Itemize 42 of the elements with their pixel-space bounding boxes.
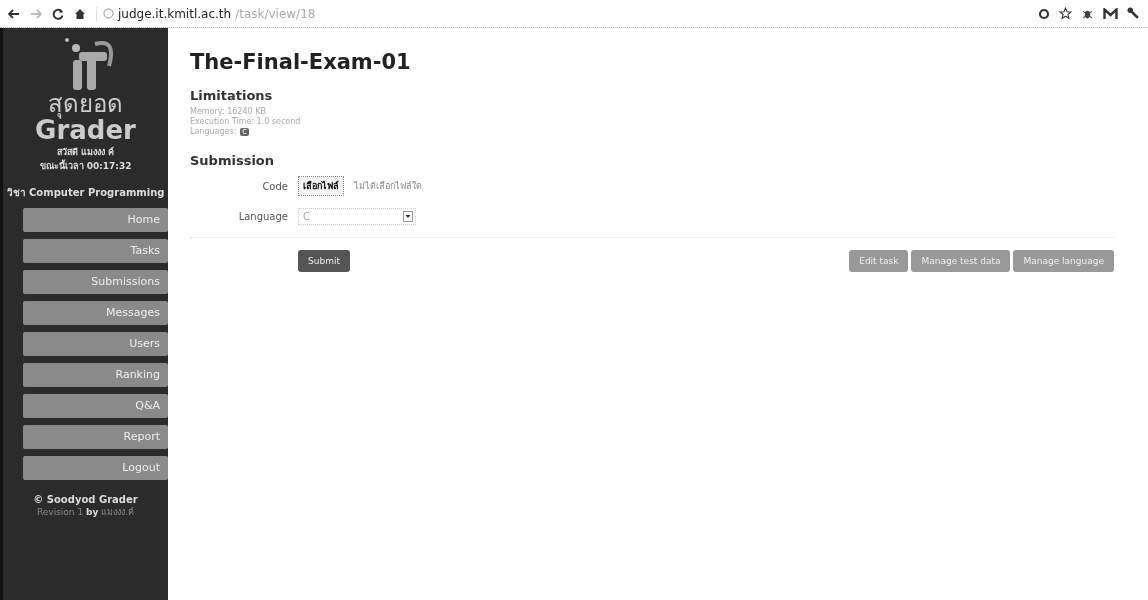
time-text: Execution Time: 1.0 second xyxy=(190,117,302,127)
dropdown-caret-icon xyxy=(403,211,413,222)
file-status-text: ไม่ได้เลือกไฟล์ใด xyxy=(354,180,422,193)
home-icon[interactable] xyxy=(74,7,86,20)
url-path: /task/view/18 xyxy=(235,6,316,21)
wrench-icon[interactable] xyxy=(1127,7,1140,20)
sidebar-item[interactable]: Users xyxy=(23,331,168,356)
sidebar-item[interactable]: Report xyxy=(23,424,168,449)
revision-text: Revision 1 xyxy=(36,506,84,517)
limitations-heading: Limitations xyxy=(190,88,274,103)
sidebar-item[interactable]: Ranking xyxy=(23,362,168,387)
action-button[interactable]: Manage language xyxy=(1013,250,1114,272)
course-name: วิชา Computer Programming xyxy=(6,185,165,200)
submission-heading: Submission xyxy=(190,153,276,168)
greeting-text: สวัสดี แมงงง ค์ xyxy=(56,145,115,159)
reload-icon[interactable] xyxy=(52,7,64,20)
submit-button[interactable]: Submit xyxy=(298,250,350,272)
sidebar-item[interactable]: Q&A xyxy=(23,393,168,418)
sidebar-item[interactable]: Submissions xyxy=(23,269,168,294)
sidebar-item[interactable]: Home xyxy=(23,207,168,232)
language-label: Language xyxy=(237,211,288,222)
action-button[interactable]: Edit task xyxy=(849,250,909,272)
back-icon[interactable] xyxy=(8,8,20,19)
task-title: The-Final-Exam-01 xyxy=(190,50,412,74)
address-bar[interactable]: judge.it.kmitl.ac.th /task/view/18 xyxy=(96,6,316,21)
globe-icon xyxy=(103,8,114,19)
languages-label: Languages: xyxy=(190,127,237,137)
choose-file-button[interactable]: เลือกไฟล์ xyxy=(298,176,344,196)
by-text: by xyxy=(86,506,99,517)
author-link[interactable]: แมงงง.ค์ xyxy=(101,506,135,517)
memory-text: Memory: 16240 KB xyxy=(190,107,267,117)
mail-icon[interactable] xyxy=(1103,7,1118,20)
sidebar-item[interactable]: Messages xyxy=(23,300,168,325)
clock-text: ขณะนี้เวลา 00:17:32 xyxy=(39,158,132,173)
sidebar-item[interactable]: Logout xyxy=(23,455,168,480)
language-select[interactable]: C xyxy=(298,208,416,225)
sidebar-item[interactable]: Tasks xyxy=(23,238,168,263)
url-host: judge.it.kmitl.ac.th xyxy=(118,6,232,21)
action-button[interactable]: Manage test data xyxy=(911,250,1011,272)
footer-text: © Soodyod Grader xyxy=(33,493,138,505)
code-label: Code xyxy=(261,180,288,192)
star-icon[interactable] xyxy=(1059,7,1072,20)
